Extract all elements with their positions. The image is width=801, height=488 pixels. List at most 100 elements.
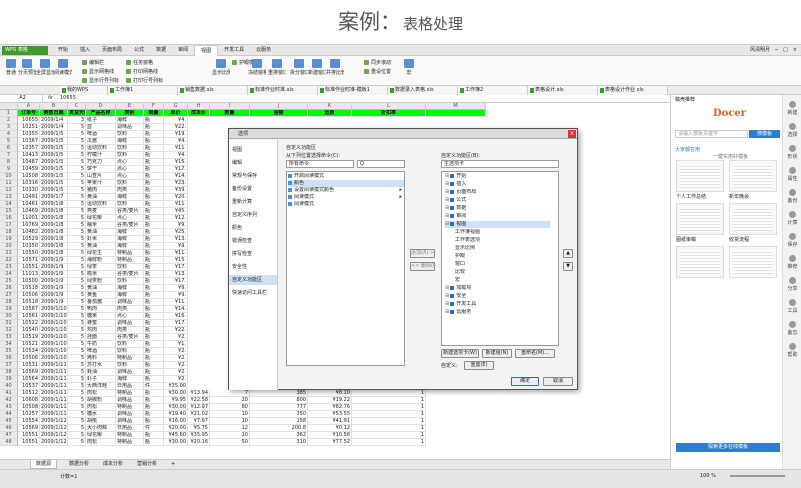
zoom-level[interactable]: 100 %	[700, 473, 716, 479]
table-cell[interactable]: ¥30.00	[164, 404, 188, 411]
table-cell[interactable]: 特制品	[116, 439, 144, 446]
table-cell[interactable]: 啤酒	[86, 348, 116, 355]
table-cell[interactable]: 2009/1/12	[40, 418, 68, 425]
table-cell[interactable]: 瓶	[144, 124, 164, 131]
tree-toggle-icon[interactable]: ⊞	[445, 309, 449, 315]
template-thumb-4[interactable]	[729, 203, 777, 235]
table-cell[interactable]: 10459	[18, 166, 40, 173]
table-cell[interactable]: ¥5.75	[188, 425, 210, 432]
row-header-1[interactable]: 1	[0, 110, 18, 117]
ribbon-btn-19[interactable]: 宏	[400, 57, 418, 85]
table-cell[interactable]: 调味品	[116, 418, 144, 425]
table-cell[interactable]: 1	[352, 439, 426, 446]
template-thumb-6[interactable]	[729, 246, 777, 278]
header-cell-7[interactable]: 成本价	[188, 110, 210, 117]
table-cell[interactable]: 燕麦	[86, 208, 116, 215]
row-header-8[interactable]: 8	[0, 159, 18, 166]
command-search-input[interactable]: Q	[357, 160, 405, 168]
table-cell[interactable]: 饼干	[86, 166, 116, 173]
row-header-41[interactable]: 41	[0, 390, 18, 397]
add-button[interactable]: 添加(A) >>	[410, 249, 435, 258]
tree-toggle-icon[interactable]: ⊞	[445, 293, 449, 299]
column-header-H[interactable]: H	[188, 103, 210, 110]
table-cell[interactable]: ¥17.	[164, 320, 188, 327]
row-header-32[interactable]: 32	[0, 327, 18, 334]
header-cell-3[interactable]: 产品名称	[86, 110, 116, 117]
table-cell[interactable]: 10522	[18, 320, 40, 327]
table-cell[interactable]: 10518	[18, 285, 40, 292]
table-cell[interactable]: 2009/1/11	[40, 376, 68, 383]
ribbon-btn-12[interactable]: 冻结窗格	[248, 57, 266, 85]
table-cell[interactable]: 件	[144, 383, 164, 390]
table-cell[interactable]: ¥17.	[164, 166, 188, 173]
side-tool-3[interactable]: 属性	[783, 167, 801, 182]
table-cell[interactable]: 海鲜	[116, 243, 144, 250]
menu-tab-7[interactable]: 开发工具	[218, 45, 250, 56]
column-header-F[interactable]: F	[144, 103, 164, 110]
table-cell[interactable]: 10461	[18, 201, 40, 208]
table-cell[interactable]: 瓶	[144, 250, 164, 257]
row-header-9[interactable]: 9	[0, 166, 18, 173]
row-header-47[interactable]: 47	[0, 432, 18, 439]
table-cell[interactable]: ¥25.	[164, 229, 188, 236]
table-cell[interactable]: 5	[68, 215, 86, 222]
table-cell[interactable]: 5	[68, 411, 86, 418]
side-tool-8[interactable]: 分享	[783, 277, 801, 292]
table-cell[interactable]: 10571	[18, 257, 40, 264]
dialog-close-icon[interactable]: ×	[568, 130, 576, 138]
row-header-38[interactable]: 38	[0, 369, 18, 376]
ribbon-tree-item-7[interactable]: 工作簿视图	[455, 229, 560, 236]
table-cell[interactable]: 2009/1/8	[40, 236, 68, 243]
table-cell[interactable]: ¥20.	[164, 194, 188, 201]
table-cell[interactable]: 11001	[18, 215, 40, 222]
table-cell[interactable]: ¥41.91	[308, 418, 352, 425]
table-cell[interactable]: 海鲜粉	[86, 257, 116, 264]
table-cell[interactable]: 2009/1/5	[40, 180, 68, 187]
table-cell[interactable]: 鸡肉	[86, 327, 116, 334]
rename-button[interactable]: 重命名(M)...	[515, 349, 555, 358]
move-down-button[interactable]: ▼	[563, 262, 573, 271]
table-cell[interactable]: 10550	[18, 250, 40, 257]
table-cell[interactable]: 2009/1/9	[40, 299, 68, 306]
side-tool-10[interactable]: 备忘	[783, 321, 801, 336]
table-cell[interactable]: 10482	[18, 229, 40, 236]
table-cell[interactable]: 20	[210, 397, 250, 404]
table-cell[interactable]: ¥23.	[164, 180, 188, 187]
column-header-B[interactable]: B	[40, 103, 68, 110]
doc-tab-2[interactable]: 销售数据.xls	[178, 86, 248, 95]
checked-box-icon[interactable]	[450, 301, 455, 306]
table-cell[interactable]: 5	[68, 159, 86, 166]
table-cell[interactable]: 5	[68, 334, 86, 341]
table-cell[interactable]: 2009/1/8	[40, 222, 68, 229]
table-cell[interactable]: ¥2.	[164, 369, 188, 376]
table-cell[interactable]: ¥45.60	[164, 432, 188, 439]
row-header-36[interactable]: 36	[0, 355, 18, 362]
new-group-button[interactable]: 新建组(N)	[482, 349, 512, 358]
table-cell[interactable]: 2009/1/12	[40, 439, 68, 446]
row-header-27[interactable]: 27	[0, 292, 18, 299]
table-cell[interactable]: ¥22.	[164, 124, 188, 131]
table-cell[interactable]: 瓶	[144, 334, 164, 341]
table-cell[interactable]: 12	[210, 425, 250, 432]
table-cell[interactable]: 5	[68, 124, 86, 131]
tree-toggle-icon[interactable]: ⊞	[445, 213, 449, 219]
table-cell[interactable]: 运动饮料	[86, 145, 116, 152]
column-header-D[interactable]: D	[86, 103, 116, 110]
table-cell[interactable]: 苏打水	[86, 362, 116, 369]
table-cell[interactable]: 瓶	[144, 390, 164, 397]
table-cell[interactable]: 2009/1/9	[40, 278, 68, 285]
tree-toggle-icon[interactable]: ⊟	[445, 221, 449, 227]
table-cell[interactable]: 2009/1/9	[40, 264, 68, 271]
table-cell[interactable]: 10350	[18, 243, 40, 250]
table-cell[interactable]: 瓶	[144, 222, 164, 229]
table-cell[interactable]: 肉类	[116, 327, 144, 334]
reset-button[interactable]: 重置(E)	[464, 361, 494, 370]
table-cell[interactable]: 谷类/麦片	[116, 208, 144, 215]
cancel-button[interactable]: 取消	[543, 377, 573, 386]
table-cell[interactable]: 运动饮料	[86, 201, 116, 208]
doc-tab-3[interactable]: 标准作业时准.xls	[248, 86, 318, 95]
ribbon-btn-15[interactable]: 新建窗口	[308, 57, 326, 85]
checked-box-icon[interactable]	[450, 181, 455, 186]
table-cell[interactable]: 黄油	[86, 194, 116, 201]
table-cell[interactable]: 瓶	[144, 376, 164, 383]
